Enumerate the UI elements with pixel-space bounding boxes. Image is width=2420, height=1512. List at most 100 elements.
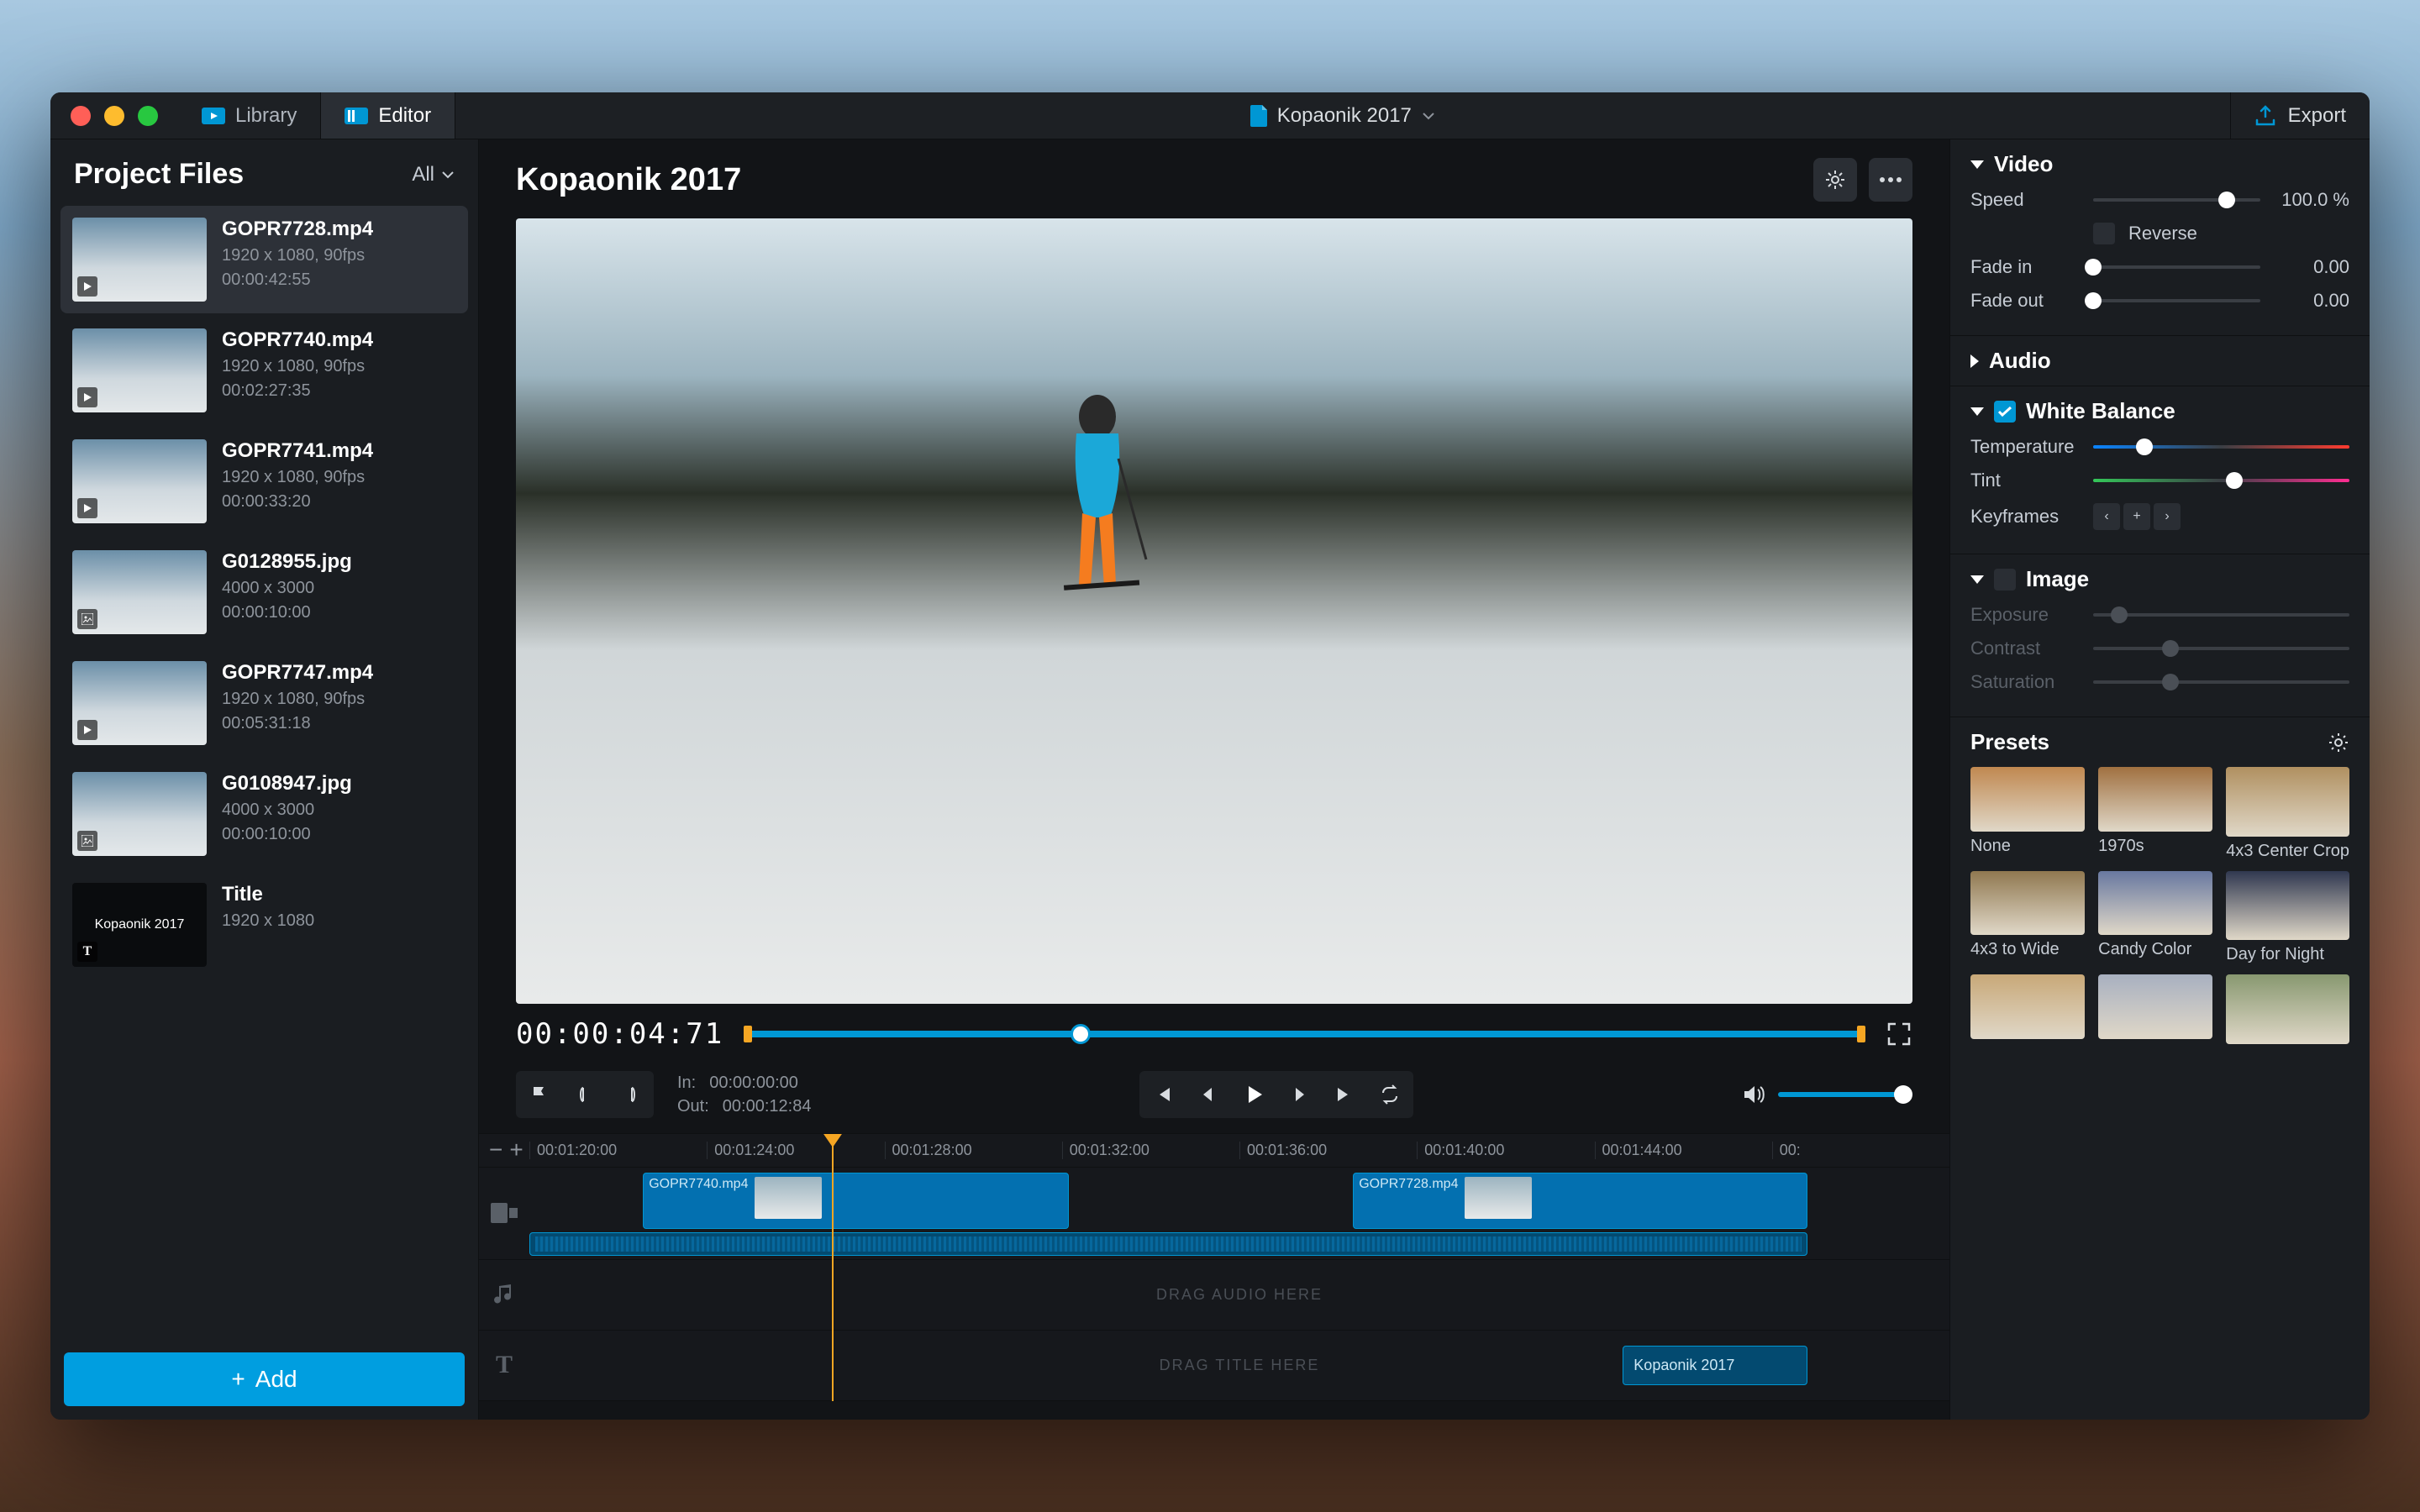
file-item[interactable]: GOPR7740.mp4 1920 x 1080, 90fps 00:02:27… bbox=[60, 317, 468, 424]
temperature-handle[interactable] bbox=[2136, 438, 2153, 455]
add-keyframe-button[interactable]: + bbox=[2123, 503, 2150, 530]
speed-slider[interactable] bbox=[2093, 198, 2260, 202]
contrast-slider[interactable] bbox=[2093, 647, 2349, 650]
close-window-button[interactable] bbox=[71, 106, 91, 126]
image-section-header[interactable]: Image bbox=[1970, 566, 2349, 592]
export-label: Export bbox=[2288, 104, 2346, 128]
file-item[interactable]: G0108947.jpg 4000 x 3000 00:00:10:00 bbox=[60, 760, 468, 868]
volume-slider[interactable] bbox=[1778, 1092, 1912, 1097]
white-balance-section-header[interactable]: White Balance bbox=[1970, 398, 2349, 424]
reverse-checkbox[interactable] bbox=[2093, 223, 2115, 244]
contrast-handle[interactable] bbox=[2162, 640, 2179, 657]
preset-thumbnail bbox=[2226, 974, 2349, 1044]
document-title[interactable]: Kopaonik 2017 bbox=[455, 104, 2230, 128]
preset-item[interactable] bbox=[2098, 974, 2212, 1049]
step-forward-button[interactable] bbox=[1279, 1074, 1319, 1115]
file-item[interactable]: Kopaonik 2017TTitle 1920 x 1080 bbox=[60, 871, 468, 979]
saturation-slider[interactable] bbox=[2093, 680, 2349, 684]
go-to-start-button[interactable] bbox=[1143, 1074, 1183, 1115]
minimize-window-button[interactable] bbox=[104, 106, 124, 126]
speed-handle[interactable] bbox=[2218, 192, 2235, 208]
scrub-handle[interactable] bbox=[1071, 1024, 1091, 1044]
tab-editor[interactable]: Editor bbox=[321, 92, 455, 139]
title-track[interactable]: T DRAG TITLE HERE Kopaonik 2017 bbox=[479, 1331, 1949, 1401]
file-item[interactable]: GOPR7741.mp4 1920 x 1080, 90fps 00:00:33… bbox=[60, 428, 468, 535]
tint-slider[interactable] bbox=[2093, 479, 2349, 482]
fadeout-row: Fade out 0.00 bbox=[1970, 290, 2349, 312]
exposure-handle[interactable] bbox=[2111, 606, 2128, 623]
preset-item[interactable]: Candy Color bbox=[2098, 871, 2212, 965]
presets-settings-button[interactable] bbox=[2328, 732, 2349, 753]
add-button[interactable]: + Add bbox=[64, 1352, 465, 1406]
preset-item[interactable]: 4x3 to Wide bbox=[1970, 871, 2085, 965]
saturation-handle[interactable] bbox=[2162, 674, 2179, 690]
white-balance-checkbox[interactable] bbox=[1994, 401, 2016, 423]
step-back-button[interactable] bbox=[1188, 1074, 1228, 1115]
video-section-header[interactable]: Video bbox=[1970, 151, 2349, 177]
preset-item[interactable]: 1970s bbox=[2098, 767, 2212, 861]
preset-thumbnail bbox=[2226, 767, 2349, 837]
fullscreen-button[interactable] bbox=[1886, 1021, 1912, 1047]
preset-item[interactable] bbox=[1970, 974, 2085, 1049]
fadeout-handle[interactable] bbox=[2085, 292, 2102, 309]
ruler-ticks[interactable]: 00:01:20:0000:01:24:0000:01:28:0000:01:3… bbox=[529, 1142, 1949, 1159]
file-filter-dropdown[interactable]: All bbox=[412, 163, 455, 186]
temperature-slider[interactable] bbox=[2093, 445, 2349, 449]
preset-item[interactable]: 4x3 Center Crop bbox=[2226, 767, 2349, 861]
file-thumbnail bbox=[72, 550, 207, 634]
tint-handle[interactable] bbox=[2226, 472, 2243, 489]
inspector-panel: Video Speed 100.0 % Reverse Fade in 0.00 bbox=[1949, 139, 2370, 1420]
video-clip[interactable]: GOPR7728.mp4 bbox=[1353, 1173, 1807, 1229]
speaker-icon[interactable] bbox=[1741, 1083, 1765, 1106]
file-item[interactable]: G0128955.jpg 4000 x 3000 00:00:10:00 bbox=[60, 538, 468, 646]
zoom-out-button[interactable]: − bbox=[489, 1137, 502, 1163]
center-pane: Kopaonik 2017 bbox=[479, 139, 1949, 1420]
tab-library[interactable]: Library bbox=[178, 92, 321, 139]
more-button[interactable] bbox=[1869, 158, 1912, 202]
set-in-button[interactable] bbox=[565, 1074, 605, 1115]
video-track[interactable]: GOPR7740.mp4 GOPR7728.mp4 bbox=[479, 1168, 1949, 1260]
file-item[interactable]: GOPR7747.mp4 1920 x 1080, 90fps 00:05:31… bbox=[60, 649, 468, 757]
fadein-handle[interactable] bbox=[2085, 259, 2102, 276]
video-track-content[interactable]: GOPR7740.mp4 GOPR7728.mp4 bbox=[529, 1168, 1949, 1259]
settings-button[interactable] bbox=[1813, 158, 1857, 202]
maximize-window-button[interactable] bbox=[138, 106, 158, 126]
preset-item[interactable]: Day for Night bbox=[2226, 871, 2349, 965]
timeline-ruler[interactable]: − + 00:01:20:0000:01:24:0000:01:28:0000:… bbox=[479, 1134, 1949, 1168]
audio-track-content[interactable]: DRAG AUDIO HERE bbox=[529, 1260, 1949, 1330]
volume-handle[interactable] bbox=[1894, 1085, 1912, 1104]
preset-label: None bbox=[1970, 837, 2085, 856]
title-clip[interactable]: Kopaonik 2017 bbox=[1623, 1346, 1807, 1385]
scrub-bar[interactable] bbox=[744, 1031, 1865, 1037]
set-out-button[interactable] bbox=[610, 1074, 650, 1115]
audio-track[interactable]: DRAG AUDIO HERE bbox=[479, 1260, 1949, 1331]
audio-section-header[interactable]: Audio bbox=[1970, 348, 2349, 374]
export-button[interactable]: Export bbox=[2230, 92, 2370, 139]
zoom-in-button[interactable]: + bbox=[509, 1137, 523, 1163]
audio-waveform-clip[interactable] bbox=[529, 1232, 1807, 1256]
video-clip[interactable]: GOPR7740.mp4 bbox=[643, 1173, 1069, 1229]
file-list[interactable]: GOPR7728.mp4 1920 x 1080, 90fps 00:00:42… bbox=[50, 206, 478, 1339]
loop-button[interactable] bbox=[1370, 1074, 1410, 1115]
clip-label: GOPR7728.mp4 bbox=[1359, 1177, 1458, 1192]
preset-item[interactable]: None bbox=[1970, 767, 2085, 861]
preset-item[interactable] bbox=[2226, 974, 2349, 1049]
title-track-content[interactable]: DRAG TITLE HERE Kopaonik 2017 bbox=[529, 1331, 1949, 1400]
video-preview[interactable] bbox=[516, 218, 1912, 1004]
play-button[interactable] bbox=[1234, 1074, 1274, 1115]
out-point-marker[interactable] bbox=[1857, 1026, 1865, 1042]
in-point-marker[interactable] bbox=[744, 1026, 752, 1042]
prev-keyframe-button[interactable]: ‹ bbox=[2093, 503, 2120, 530]
preset-label: Candy Color bbox=[2098, 940, 2212, 959]
add-marker-button[interactable] bbox=[519, 1074, 560, 1115]
file-item[interactable]: GOPR7728.mp4 1920 x 1080, 90fps 00:00:42… bbox=[60, 206, 468, 313]
image-checkbox[interactable] bbox=[1994, 569, 2016, 591]
exposure-slider[interactable] bbox=[2093, 613, 2349, 617]
fadeout-slider[interactable] bbox=[2093, 299, 2260, 302]
export-icon bbox=[2254, 105, 2276, 127]
playhead[interactable] bbox=[832, 1134, 834, 1401]
next-keyframe-button[interactable]: › bbox=[2154, 503, 2181, 530]
reverse-row: Reverse bbox=[1970, 223, 2349, 244]
go-to-end-button[interactable] bbox=[1324, 1074, 1365, 1115]
fadein-slider[interactable] bbox=[2093, 265, 2260, 269]
